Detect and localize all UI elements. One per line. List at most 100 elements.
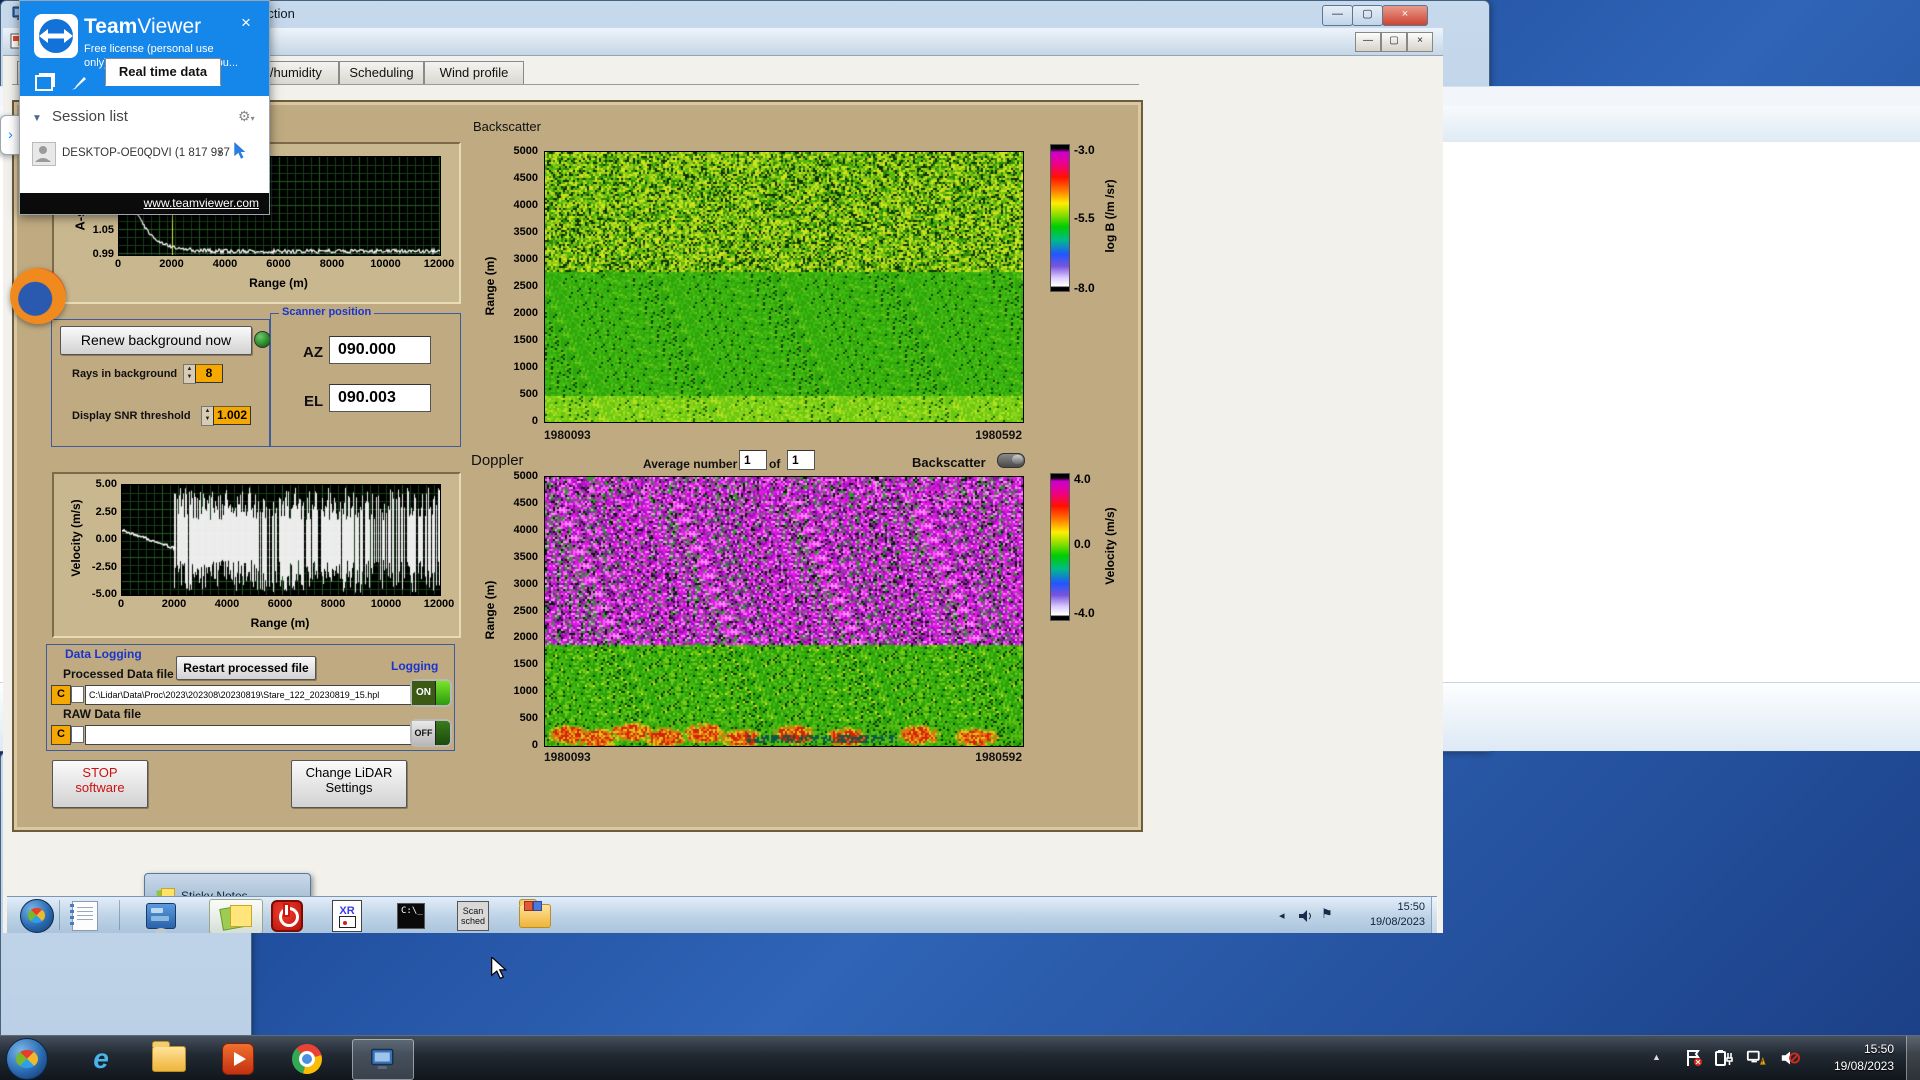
show-desktop-button-remote[interactable] <box>1431 897 1438 933</box>
toggle-knob <box>435 681 450 705</box>
volume-icon[interactable] <box>1299 910 1313 922</box>
velocity-xtick: 0 <box>117 598 125 610</box>
average-number-field[interactable]: 1 <box>739 450 767 470</box>
action-center-flag-icon[interactable] <box>1684 1049 1704 1067</box>
scan-scheduler-icon[interactable]: Scan sched <box>451 899 495 932</box>
tab-scheduling[interactable]: Scheduling <box>339 61 424 85</box>
doppler-section-title: Doppler <box>471 452 524 469</box>
display-settings-icon[interactable] <box>139 899 183 933</box>
raw-path-field[interactable] <box>85 725 412 745</box>
remote-clock[interactable]: 15:50 19/08/2023 <box>1345 900 1425 930</box>
red-power-icon[interactable] <box>265 899 309 932</box>
firefox-icon[interactable] <box>10 268 66 324</box>
session-entry[interactable]: DESKTOP-OE0QDVI (1 817 937 <box>62 147 230 159</box>
brush-icon[interactable] <box>70 73 88 91</box>
network-status-icon[interactable]: ! <box>1746 1049 1766 1067</box>
colorbar-tick: 0.0 <box>1074 537 1091 551</box>
rdp-taskbar-button[interactable] <box>352 1039 414 1080</box>
start-orb[interactable] <box>6 1038 48 1080</box>
remote-control-cursor-icon[interactable] <box>234 142 250 160</box>
rays-value-field[interactable]: 8 <box>195 364 223 383</box>
sessions-icon[interactable] <box>35 75 53 91</box>
session-list-caret-icon[interactable]: ▼ <box>32 113 42 124</box>
doppler-ytick: 2500 <box>513 604 538 617</box>
close-button[interactable]: × <box>1382 5 1428 26</box>
backscatter-yticks: 5000 4500 4000 3500 3000 2500 2000 1500 1000 500 0 <box>500 145 540 427</box>
tab-real-time-data[interactable]: Real time data <box>105 58 221 86</box>
stop-software-button[interactable]: STOP software <box>52 760 148 808</box>
logging-off-toggle[interactable]: OFF <box>410 719 452 747</box>
command-prompt-icon[interactable]: C:\_ <box>389 899 433 932</box>
file-manager-icon[interactable] <box>513 898 557 932</box>
processed-path-field[interactable]: C:\Lidar\Data\Proc\2023\202308\20230819\… <box>85 685 412 705</box>
session-list-title: Session list <box>52 108 128 125</box>
colorbar-tick: -5.5 <box>1074 211 1095 225</box>
xr-app-icon[interactable]: XR <box>325 899 369 932</box>
volume-muted-icon[interactable] <box>1780 1049 1800 1067</box>
tray-expand-arrow[interactable]: ▲ <box>1652 1052 1661 1062</box>
notepad-icon[interactable] <box>63 899 107 932</box>
tray-expand-icon[interactable]: ◂ <box>1279 909 1285 922</box>
average-count-field[interactable]: 1 <box>787 450 815 470</box>
logging-label: Logging <box>391 659 439 673</box>
backscatter-toggle-label: Backscatter <box>912 455 986 470</box>
taskbar-separator <box>119 900 120 930</box>
browse-file-icon[interactable] <box>71 686 84 703</box>
snr-value-field[interactable]: 1.002 <box>213 406 251 425</box>
velocity-ytick: 0.00 <box>95 533 117 545</box>
ascope-xticks: 0 2000 4000 6000 8000 10000 12000 <box>115 258 454 270</box>
battery-icon[interactable] <box>1714 1049 1734 1067</box>
restart-processed-button[interactable]: Restart processed file <box>176 656 316 680</box>
velocity-plot-canvas <box>121 484 441 596</box>
doppler-colorbar-label: Velocity (m/s) <box>1103 507 1117 585</box>
doppler-heatmap-canvas <box>544 476 1024 747</box>
velocity-ytick: 5.00 <box>95 478 117 490</box>
teamviewer-link[interactable]: www.teamviewer.com <box>144 196 259 210</box>
gear-icon[interactable]: ⚙▾ <box>238 108 255 125</box>
ascope-xtick: 6000 <box>266 258 291 270</box>
teamviewer-title: TeamViewer <box>84 15 202 38</box>
backscatter-ytick: 1000 <box>513 361 538 373</box>
ascope-ytick: 0.99 <box>92 248 114 260</box>
avatar <box>32 142 56 166</box>
start-orb-remote[interactable] <box>15 898 59 933</box>
teamviewer-collapse-tab[interactable]: › <box>0 115 20 155</box>
explorer-folder-icon[interactable] <box>152 1041 186 1076</box>
maximize-button[interactable]: ▢ <box>1352 5 1383 26</box>
change-lidar-settings-button[interactable]: Change LiDAR Settings <box>291 760 407 808</box>
velocity-ytick: -2.50 <box>91 560 117 573</box>
host-clock[interactable]: 15:50 19/08/2023 <box>1812 1041 1894 1075</box>
backscatter-display-toggle[interactable] <box>997 453 1025 468</box>
velocity-x-label: Range (m) <box>250 616 310 630</box>
velocity-xtick: 4000 <box>214 598 240 610</box>
sticky-notes-taskbar-icon[interactable] <box>209 899 263 933</box>
backscatter-ytick: 3000 <box>513 253 538 265</box>
renew-background-button[interactable]: Renew background now <box>60 326 252 355</box>
chrome-icon[interactable] <box>290 1042 324 1076</box>
doppler-ytick: 4000 <box>513 523 538 536</box>
action-center-flag-icon[interactable]: ⚑ <box>1321 906 1333 922</box>
close-icon[interactable]: × <box>241 13 251 33</box>
chevron-down-icon[interactable]: ▼ <box>216 148 224 157</box>
media-player-icon[interactable] <box>221 1042 255 1076</box>
drive-letter-box[interactable]: C <box>51 685 71 705</box>
data-logging-title: Data Logging <box>65 647 142 661</box>
velocity-xtick: 12000 <box>423 598 455 610</box>
internet-explorer-icon[interactable]: e <box>84 1042 118 1076</box>
ascope-xtick: 12000 <box>423 258 455 270</box>
el-label: EL <box>304 393 324 410</box>
backscatter-ytick: 4500 <box>513 172 538 184</box>
minimize-button[interactable]: — <box>1355 32 1381 52</box>
minimize-button[interactable]: — <box>1322 5 1353 26</box>
doppler-ytick: 1500 <box>513 658 538 671</box>
drive-letter-box[interactable]: C <box>51 725 71 745</box>
doppler-x-min: 1980093 <box>544 750 591 764</box>
tab-wind-profile[interactable]: Wind profile <box>424 61 524 85</box>
browse-file-icon[interactable] <box>71 726 84 743</box>
toggle-knob <box>435 721 450 745</box>
show-desktop-button[interactable] <box>1906 1036 1920 1080</box>
close-button[interactable]: × <box>1407 32 1433 52</box>
logging-on-toggle[interactable]: ON <box>410 679 452 707</box>
restore-button[interactable]: ▢ <box>1381 32 1407 52</box>
scanner-position-title: Scanner position <box>279 306 375 318</box>
